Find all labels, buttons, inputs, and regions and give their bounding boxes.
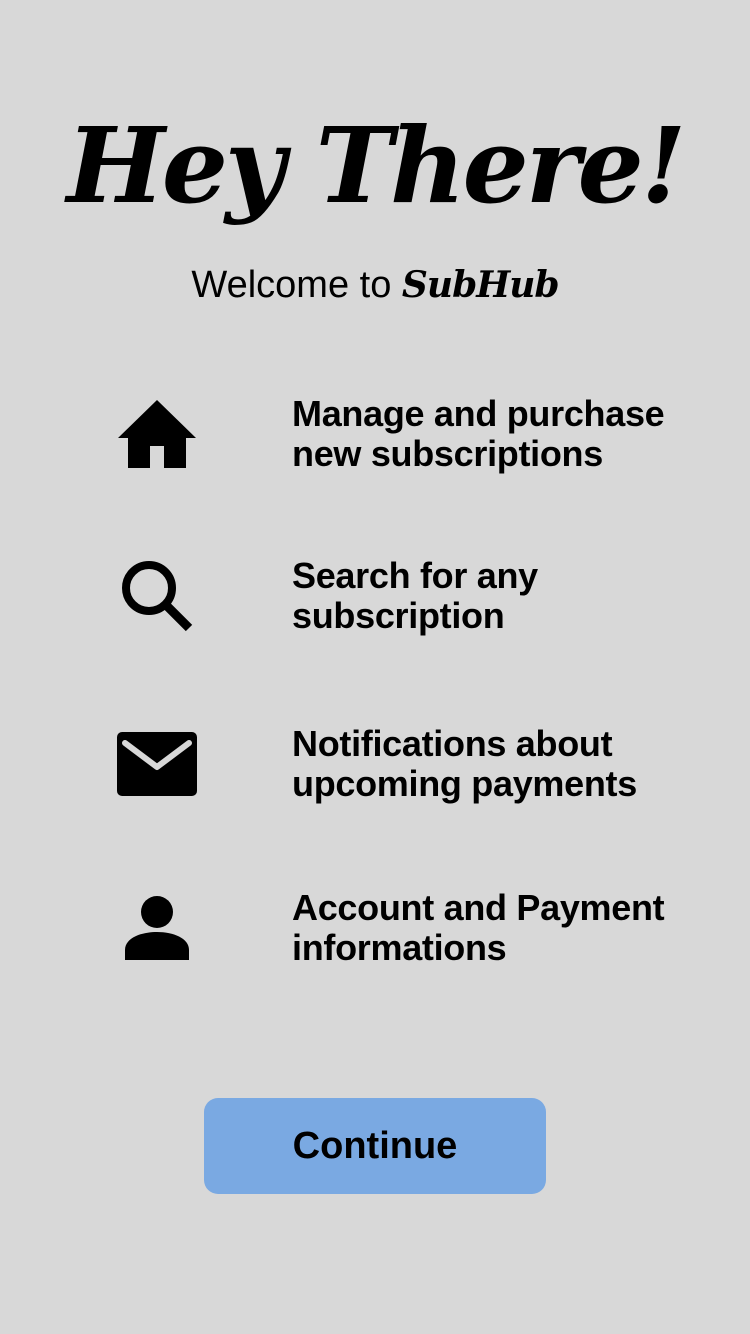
feature-label: Search for any subscription	[292, 555, 538, 636]
feature-label: Notifications about upcoming payments	[292, 723, 637, 804]
feature-item-manage: Manage and purchase new subscriptions	[0, 384, 750, 484]
feature-label: Account and Payment informations	[292, 887, 665, 968]
continue-button[interactable]: Continue	[204, 1098, 546, 1194]
feature-item-account: Account and Payment informations	[0, 878, 750, 978]
welcome-headline: Hey There!	[66, 104, 687, 227]
home-icon	[112, 384, 202, 484]
feature-item-notifications: Notifications about upcoming payments	[0, 714, 750, 814]
brand-name: SubHub	[401, 264, 560, 306]
search-icon	[112, 546, 202, 646]
feature-item-search: Search for any subscription	[0, 546, 750, 646]
person-icon	[112, 878, 202, 978]
feature-label: Manage and purchase new subscriptions	[292, 393, 665, 474]
welcome-subtitle: Welcome to SubHub	[0, 262, 750, 308]
mail-icon	[112, 714, 202, 814]
welcome-prefix: Welcome to	[191, 264, 402, 306]
